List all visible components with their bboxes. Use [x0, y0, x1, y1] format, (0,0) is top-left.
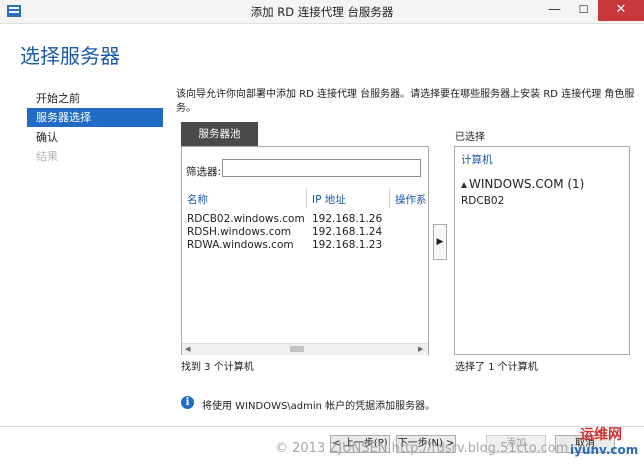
scroll-right-icon[interactable]: ▶ — [418, 345, 423, 353]
info-icon: i — [181, 396, 194, 409]
server-ip: 192.168.1.23 — [312, 239, 383, 251]
column-header-os[interactable]: 操作系 — [395, 192, 428, 207]
scroll-thumb[interactable] — [290, 346, 304, 352]
close-button[interactable]: ✕ — [598, 0, 644, 21]
table-row[interactable]: RDCB02.windows.com 192.168.1.26 — [182, 213, 428, 226]
selected-label: 已选择 — [455, 132, 485, 143]
column-divider[interactable] — [389, 188, 390, 208]
collapse-triangle-icon[interactable] — [460, 180, 468, 188]
nav-item-before-you-begin[interactable]: 开始之前 — [27, 89, 163, 108]
nav-item-server-selection[interactable]: 服务器选择 — [27, 108, 163, 127]
minimize-button[interactable]: — — [540, 0, 569, 21]
column-divider[interactable] — [306, 188, 307, 208]
description-text: 该向导允许你向部署中添加 RD 连接代理 台服务器。请选择要在哪些服务器上安装 … — [176, 89, 635, 114]
footer-divider — [0, 426, 644, 427]
selected-item[interactable]: RDCB02 — [461, 195, 504, 207]
server-ip: 192.168.1.24 — [312, 226, 383, 238]
server-name: RDCB02.windows.com — [187, 213, 305, 225]
selected-column-header: 计算机 — [461, 154, 493, 166]
info-text: 将使用 WINDOWS\admin 帐户的凭据添加服务器。 — [202, 401, 436, 412]
selected-count: 选择了 1 个计算机 — [455, 362, 538, 373]
server-name: RDWA.windows.com — [187, 239, 294, 251]
site-logo-text: 运维网 — [580, 427, 622, 443]
page-title: 选择服务器 — [20, 44, 120, 68]
tab-server-pool[interactable]: 服务器池 — [181, 122, 258, 146]
maximize-button[interactable]: ☐ — [569, 0, 598, 21]
selected-group: WINDOWS.COM (1) — [469, 177, 585, 191]
scroll-left-icon[interactable]: ◀ — [185, 345, 190, 353]
found-count: 找到 3 个计算机 — [181, 362, 254, 373]
copyright-watermark: © 2013 ZJUNSEN http://rdsrv.blog.51cto.c… — [275, 441, 569, 456]
table-row[interactable]: RDSH.windows.com 192.168.1.24 — [182, 226, 428, 239]
column-header-ip[interactable]: IP 地址 — [312, 192, 346, 207]
column-header-name[interactable]: 名称 — [187, 192, 208, 207]
nav-item-results: 结果 — [36, 150, 58, 163]
add-to-selected-button[interactable]: ▶ — [433, 224, 447, 260]
nav-item-confirmation[interactable]: 确认 — [27, 128, 163, 147]
server-ip: 192.168.1.26 — [312, 213, 383, 225]
filter-input[interactable] — [222, 159, 421, 177]
table-row[interactable]: RDWA.windows.com 192.168.1.23 — [182, 239, 428, 252]
horizontal-scrollbar[interactable]: ◀ ▶ — [182, 343, 428, 355]
site-logo-url: iyunv.com — [570, 443, 639, 457]
filter-label: 筛选器: — [186, 166, 222, 178]
server-name: RDSH.windows.com — [187, 226, 292, 238]
